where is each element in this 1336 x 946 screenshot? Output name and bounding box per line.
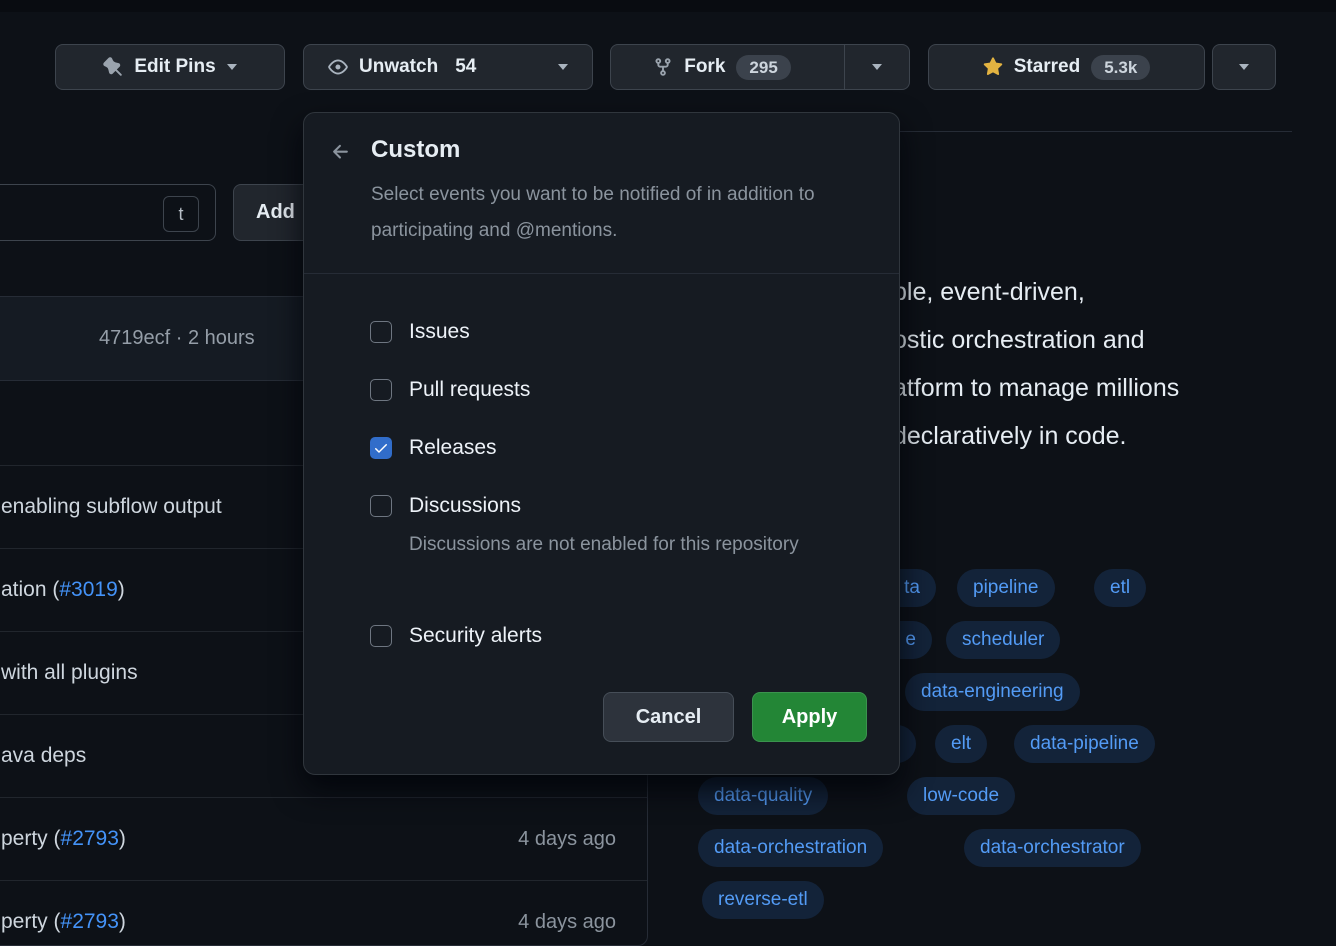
- commit-time: 4 days ago: [518, 911, 616, 934]
- topic-tag[interactable]: etl: [1094, 569, 1146, 607]
- topic-tag[interactable]: data-orchestrator: [964, 829, 1141, 867]
- table-row[interactable]: perty (#2793) 4 days ago: [0, 881, 647, 946]
- table-row[interactable]: perty (#2793) 4 days ago: [0, 798, 647, 881]
- checkbox-issues[interactable]: [370, 321, 392, 343]
- check-icon: [373, 440, 389, 456]
- cancel-button[interactable]: Cancel: [603, 692, 734, 742]
- commit-message: ava deps: [1, 744, 86, 768]
- checkbox-releases-checked[interactable]: [370, 437, 392, 459]
- option-security-alerts[interactable]: Security alerts: [370, 619, 542, 653]
- starred-count: 5.3k: [1091, 55, 1150, 80]
- topic-tag[interactable]: data-engineering: [905, 673, 1080, 711]
- commit-time: 4 days ago: [518, 828, 616, 851]
- page-top-strip: [0, 0, 1336, 12]
- edit-pins-button[interactable]: Edit Pins: [55, 44, 285, 90]
- dialog-description: Select events you want to be notified of…: [371, 177, 851, 249]
- checkbox-pull-requests[interactable]: [370, 379, 392, 401]
- commit-message: with all plugins: [1, 661, 138, 685]
- topic-tag[interactable]: reverse-etl: [702, 881, 824, 919]
- starred-button[interactable]: Starred 5.3k: [928, 44, 1205, 90]
- topic-tag[interactable]: data-orchestration: [698, 829, 883, 867]
- option-releases[interactable]: Releases: [370, 431, 497, 465]
- add-file-label: Add: [256, 201, 295, 224]
- topic-tag[interactable]: elt: [935, 725, 987, 763]
- about-description: ble, event-driven, ostic orchestration a…: [893, 268, 1179, 460]
- star-dropdown-button[interactable]: [1212, 44, 1276, 90]
- custom-notifications-dialog: Custom Select events you want to be noti…: [303, 112, 900, 775]
- fork-count: 295: [736, 55, 790, 80]
- unwatch-button[interactable]: Unwatch 54: [303, 44, 593, 90]
- commit-message: enabling subflow output: [1, 495, 222, 519]
- option-label: Discussions: [409, 494, 521, 518]
- unwatch-count: 54: [455, 56, 476, 78]
- commit-message: perty (#2793): [1, 910, 126, 934]
- starred-label: Starred: [1014, 56, 1081, 78]
- back-arrow-icon[interactable]: [330, 141, 352, 163]
- topic-tag[interactable]: low-code: [907, 777, 1015, 815]
- topic-tag[interactable]: pipeline: [957, 569, 1055, 607]
- eye-icon: [328, 57, 348, 77]
- star-icon: [983, 57, 1003, 77]
- option-discussions[interactable]: Discussions: [370, 489, 521, 523]
- option-label: Security alerts: [409, 624, 542, 648]
- topic-tag[interactable]: scheduler: [946, 621, 1060, 659]
- fork-icon: [653, 57, 673, 77]
- chevron-down-icon: [227, 64, 237, 70]
- issue-link[interactable]: #2793: [61, 910, 119, 933]
- option-label: Issues: [409, 320, 470, 344]
- topic-tag[interactable]: data-pipeline: [1014, 725, 1155, 763]
- edit-pins-label: Edit Pins: [134, 56, 215, 78]
- fork-dropdown-button[interactable]: [844, 45, 909, 89]
- dialog-title: Custom: [371, 136, 460, 164]
- chevron-down-icon: [1239, 64, 1249, 70]
- chevron-down-icon: [872, 64, 882, 70]
- issue-link[interactable]: #2793: [61, 827, 119, 850]
- fork-label: Fork: [684, 56, 725, 78]
- fork-button[interactable]: Fork 295: [611, 45, 833, 89]
- commit-info: 4719ecf · 2 hours: [99, 327, 255, 350]
- option-label: Pull requests: [409, 378, 530, 402]
- commit-message: perty (#2793): [1, 827, 126, 851]
- checkbox-security-alerts[interactable]: [370, 625, 392, 647]
- option-pull-requests[interactable]: Pull requests: [370, 373, 530, 407]
- issue-link[interactable]: #3019: [59, 578, 117, 601]
- topic-tag[interactable]: data-quality: [698, 777, 828, 815]
- chevron-down-icon: [558, 64, 568, 70]
- option-issues[interactable]: Issues: [370, 315, 470, 349]
- keyboard-shortcut-hint: t: [163, 196, 199, 232]
- unwatch-label: Unwatch: [359, 56, 438, 78]
- dialog-divider: [304, 273, 899, 274]
- discussions-disabled-note: Discussions are not enabled for this rep…: [409, 527, 829, 563]
- commit-message: ation (#3019): [1, 578, 125, 602]
- go-to-file-search-input[interactable]: t: [0, 184, 216, 241]
- checkbox-discussions[interactable]: [370, 495, 392, 517]
- pin-icon: [103, 57, 123, 77]
- apply-button[interactable]: Apply: [752, 692, 867, 742]
- fork-button-group: Fork 295: [610, 44, 910, 90]
- option-label: Releases: [409, 436, 497, 460]
